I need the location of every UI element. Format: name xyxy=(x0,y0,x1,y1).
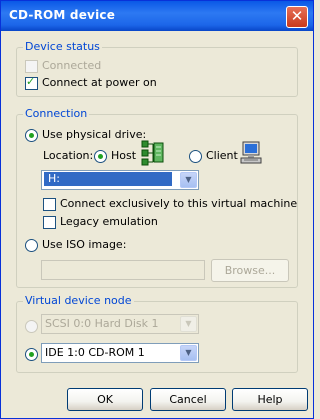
connect-exclusively-label: Connect exclusively to this virtual mach… xyxy=(60,197,298,210)
ide-node-value: IDE 1:0 CD-ROM 1 xyxy=(45,346,145,359)
close-icon: ✕ xyxy=(290,7,304,25)
ide-node-select[interactable]: IDE 1:0 CD-ROM 1 ▼ xyxy=(41,343,199,363)
use-physical-drive-radio-dot[interactable] xyxy=(25,128,38,142)
client-radio[interactable]: Client xyxy=(189,149,238,163)
client-radio-dot[interactable] xyxy=(189,149,202,163)
legacy-emulation-box[interactable] xyxy=(43,215,56,229)
legacy-emulation-checkbox[interactable]: Legacy emulation xyxy=(43,215,158,229)
connect-at-power-on-label: Connect at power on xyxy=(42,76,157,89)
ok-button[interactable]: OK xyxy=(67,388,143,411)
help-button[interactable]: Help xyxy=(232,388,308,411)
connection-legend: Connection xyxy=(23,107,90,120)
title-bar[interactable]: CD-ROM device ✕ xyxy=(1,1,313,31)
cdrom-device-dialog: CD-ROM device ✕ Device status Connected … xyxy=(0,0,314,419)
connect-at-power-on-box[interactable] xyxy=(25,75,38,90)
physical-drive-value: H: xyxy=(44,172,172,186)
browse-button: Browse... xyxy=(211,259,289,282)
connect-exclusively-box[interactable] xyxy=(43,197,56,211)
connect-at-power-on-checkbox[interactable]: Connect at power on xyxy=(25,75,157,90)
close-button[interactable]: ✕ xyxy=(286,6,308,28)
host-network-icon xyxy=(141,140,164,166)
virtual-device-node-legend: Virtual device node xyxy=(23,294,134,307)
connected-label: Connected xyxy=(42,59,102,72)
location-label: Location: xyxy=(43,149,94,162)
ide-dropdown-arrow-icon[interactable]: ▼ xyxy=(180,345,197,361)
client-computer-icon xyxy=(240,141,262,164)
scsi-radio xyxy=(25,319,42,333)
use-iso-image-radio[interactable]: Use ISO image: xyxy=(25,238,126,252)
scsi-dropdown-arrow-icon: ▼ xyxy=(180,316,197,332)
client-label: Client xyxy=(206,149,238,162)
use-iso-image-radio-dot[interactable] xyxy=(25,238,38,252)
host-label: Host xyxy=(111,149,137,162)
host-radio[interactable]: Host xyxy=(94,149,136,163)
dropdown-arrow-icon[interactable]: ▼ xyxy=(180,172,197,188)
iso-path-input xyxy=(41,260,205,280)
cancel-button[interactable]: Cancel xyxy=(150,388,226,411)
use-iso-image-label: Use ISO image: xyxy=(42,238,127,251)
connected-checkbox-box xyxy=(25,59,38,73)
physical-drive-select[interactable]: H: ▼ xyxy=(41,170,199,190)
window-title: CD-ROM device xyxy=(9,8,116,22)
scsi-radio-dot xyxy=(25,319,38,333)
host-radio-dot[interactable] xyxy=(94,149,107,163)
legacy-emulation-label: Legacy emulation xyxy=(60,215,158,228)
scsi-node-select: SCSI 0:0 Hard Disk 1 ▼ xyxy=(41,314,199,334)
scsi-node-value: SCSI 0:0 Hard Disk 1 xyxy=(45,317,159,330)
connected-checkbox: Connected xyxy=(25,59,101,73)
connect-exclusively-checkbox[interactable]: Connect exclusively to this virtual mach… xyxy=(43,197,297,211)
ide-radio[interactable] xyxy=(25,347,42,361)
device-status-legend: Device status xyxy=(23,40,102,53)
use-physical-drive-label: Use physical drive: xyxy=(42,128,147,141)
use-physical-drive-radio[interactable]: Use physical drive: xyxy=(25,128,146,142)
ide-radio-dot[interactable] xyxy=(25,347,38,361)
